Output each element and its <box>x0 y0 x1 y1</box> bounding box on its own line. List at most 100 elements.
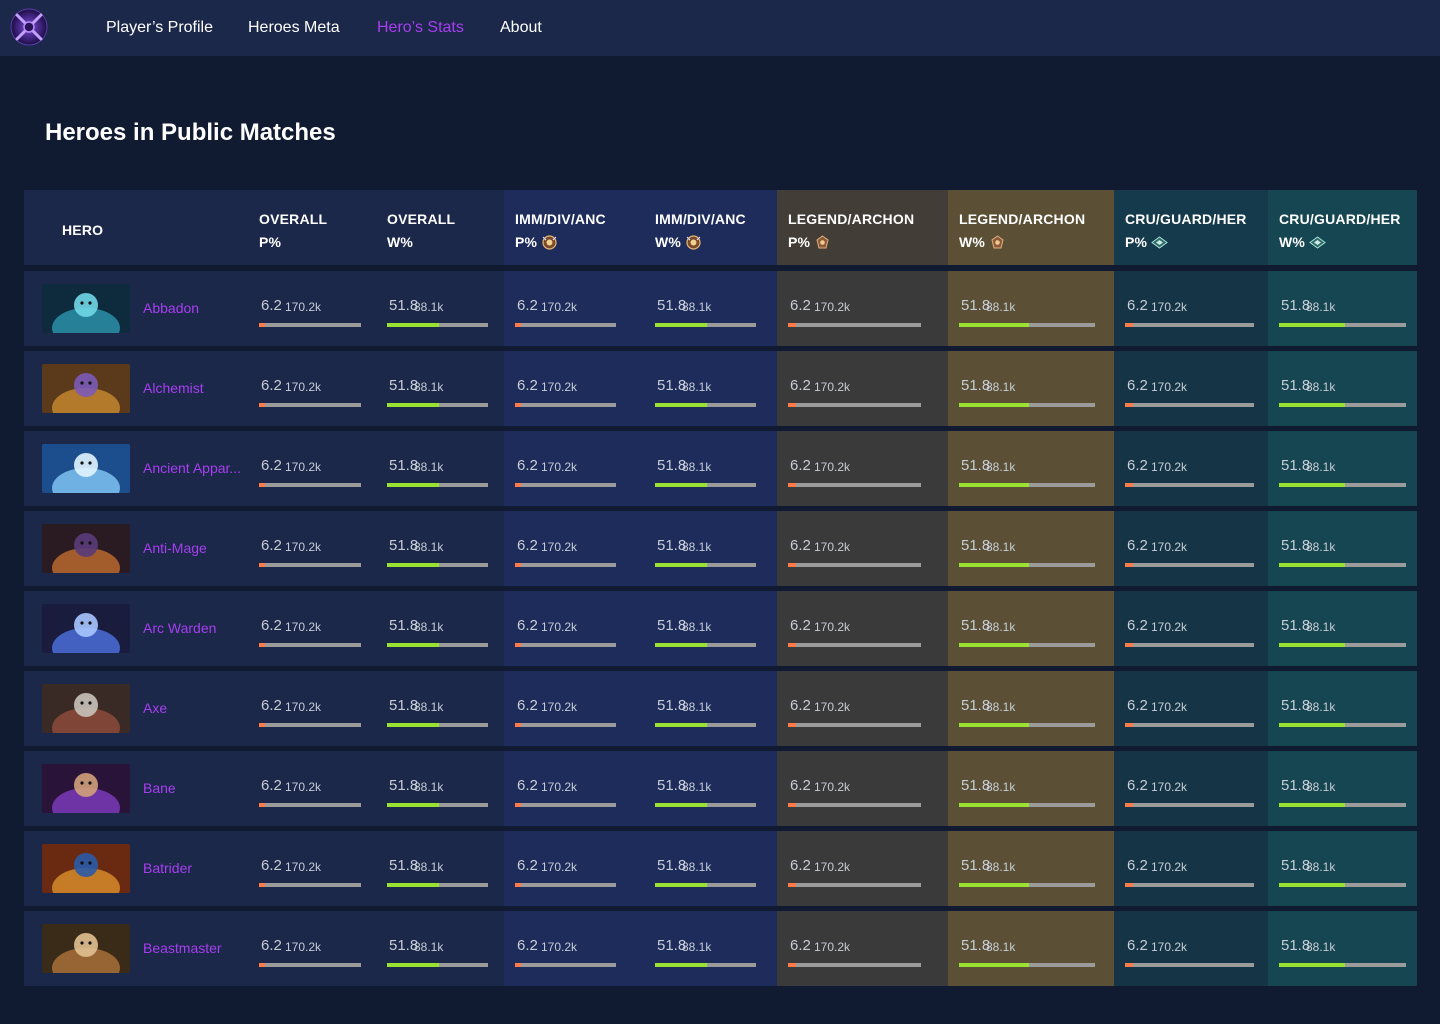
bar-fill <box>1125 803 1133 807</box>
hero-name-link[interactable]: Arc Warden <box>143 620 251 636</box>
bar-fill <box>959 963 1029 967</box>
column-header-label: CRU/GUARD/HER P% <box>1125 208 1247 254</box>
hero-name-link[interactable]: Axe <box>143 700 251 716</box>
table-row[interactable]: Ancient Appar... 6.2 170.2k 51.8 88.1k 6.2 170… <box>24 431 1417 506</box>
hero-cell[interactable]: Arc Warden <box>24 591 248 666</box>
pick-rate-cell: 6.2 170.2k <box>777 431 948 506</box>
stat-count: 88.1k <box>986 380 1016 394</box>
nav-players-profile[interactable]: Player’s Profile <box>106 19 213 37</box>
bar-fill <box>1125 723 1133 727</box>
hero-cell[interactable]: Axe <box>24 671 248 746</box>
column-header-7[interactable]: CRU/GUARD/HER P% <box>1114 190 1268 265</box>
hero-cell[interactable]: Anti-Mage <box>24 511 248 586</box>
stat-count: 170.2k <box>541 620 578 634</box>
column-header-label: IMM/DIV/ANC W% <box>655 208 746 254</box>
stat-count: 170.2k <box>285 380 322 394</box>
bar-fill <box>788 963 796 967</box>
hero-cell[interactable]: Ancient Appar... <box>24 431 248 506</box>
stat-value: 6.2 <box>261 617 282 634</box>
hero-name-link[interactable]: Alchemist <box>143 380 251 396</box>
nav-heroes-stats[interactable]: Hero’s Stats <box>377 19 464 37</box>
stat-count: 170.2k <box>541 460 578 474</box>
column-header-1[interactable]: OVERALL P% <box>248 190 376 265</box>
bar-fill <box>1125 323 1133 327</box>
bar-fill <box>1125 883 1133 887</box>
hero-portrait[interactable] <box>42 684 130 733</box>
hero-cell[interactable]: Beastmaster <box>24 911 248 986</box>
table-row[interactable]: Beastmaster 6.2 170.2k 51.8 88.1k 6.2 170.2k 51… <box>24 911 1417 986</box>
hero-cell[interactable]: Batrider <box>24 831 248 906</box>
stat-count: 88.1k <box>1306 300 1336 314</box>
table-row[interactable]: Axe 6.2 170.2k 51.8 88.1k 6.2 170.2k 51.8 88.1k 6… <box>24 671 1417 746</box>
column-header-6[interactable]: LEGEND/ARCHON W% <box>948 190 1114 265</box>
pick-rate-cell: 6.2 170.2k <box>248 911 376 986</box>
hero-name-link[interactable]: Ancient Appar... <box>143 460 251 476</box>
stat-count: 88.1k <box>986 620 1016 634</box>
bar-fill <box>655 803 707 807</box>
win-rate-bar <box>1279 563 1406 567</box>
bar-fill <box>655 403 707 407</box>
header-line-2: P% <box>259 234 282 250</box>
bar-fill <box>259 883 265 887</box>
column-header-5[interactable]: LEGEND/ARCHON P% <box>777 190 948 265</box>
hero-portrait[interactable] <box>42 284 130 333</box>
column-header-8[interactable]: CRU/GUARD/HER W% <box>1268 190 1417 265</box>
win-rate-cell: 51.8 88.1k <box>644 271 777 346</box>
column-header-label: OVERALL P% <box>259 208 327 254</box>
hero-name-link[interactable]: Beastmaster <box>143 940 251 956</box>
hero-portrait[interactable] <box>42 924 130 973</box>
column-header-3[interactable]: IMM/DIV/ANC P% <box>504 190 644 265</box>
table-row[interactable]: Anti-Mage 6.2 170.2k 51.8 88.1k 6.2 170.2k 51.8… <box>24 511 1417 586</box>
win-rate-bar <box>1279 723 1406 727</box>
bar-fill <box>515 883 521 887</box>
pick-rate-cell: 6.2 170.2k <box>504 831 644 906</box>
bar-fill <box>387 403 439 407</box>
pick-rate-cell: 6.2 170.2k <box>777 671 948 746</box>
stat-count: 88.1k <box>682 620 712 634</box>
nav-heroes-meta[interactable]: Heroes Meta <box>248 19 340 37</box>
hero-portrait[interactable] <box>42 364 130 413</box>
column-header-hero[interactable]: HERO <box>24 190 248 265</box>
pick-rate-bar <box>515 643 616 647</box>
pick-rate-bar <box>259 803 361 807</box>
hero-cell[interactable]: Alchemist <box>24 351 248 426</box>
table-row[interactable]: Bane 6.2 170.2k 51.8 88.1k 6.2 170.2k 51.8 88.1k… <box>24 751 1417 826</box>
hero-portrait[interactable] <box>42 764 130 813</box>
hero-name-link[interactable]: Batrider <box>143 860 251 876</box>
bar-fill <box>655 323 707 327</box>
pick-rate-bar <box>515 563 616 567</box>
dota-logo-icon[interactable] <box>10 8 48 46</box>
stat-count: 88.1k <box>414 940 444 954</box>
hero-portrait[interactable] <box>42 524 130 573</box>
hero-name-link[interactable]: Abbadon <box>143 300 251 316</box>
stat-value: 6.2 <box>790 377 811 394</box>
pick-rate-bar <box>1125 963 1254 967</box>
bar-fill <box>1279 803 1345 807</box>
column-header-label: OVERALL W% <box>387 208 455 254</box>
column-header-2[interactable]: OVERALL W% <box>376 190 504 265</box>
bar-fill <box>655 963 707 967</box>
column-header-4[interactable]: IMM/DIV/ANC W% <box>644 190 777 265</box>
hero-cell[interactable]: Bane <box>24 751 248 826</box>
bar-fill <box>959 563 1029 567</box>
win-rate-cell: 51.8 88.1k <box>644 831 777 906</box>
hero-name-link[interactable]: Anti-Mage <box>143 540 251 556</box>
stat-value: 6.2 <box>261 457 282 474</box>
table-row[interactable]: Alchemist 6.2 170.2k 51.8 88.1k 6.2 170.2k 51.8… <box>24 351 1417 426</box>
table-row[interactable]: Arc Warden 6.2 170.2k 51.8 88.1k 6.2 170.2k 51.… <box>24 591 1417 666</box>
hero-portrait[interactable] <box>42 844 130 893</box>
stat-count: 170.2k <box>814 860 851 874</box>
hero-portrait[interactable] <box>42 444 130 493</box>
table-row[interactable]: Batrider 6.2 170.2k 51.8 88.1k 6.2 170.2k 51.8 8… <box>24 831 1417 906</box>
pick-rate-bar <box>515 403 616 407</box>
pick-rate-bar <box>1125 563 1254 567</box>
hero-name-link[interactable]: Bane <box>143 780 251 796</box>
stat-count: 88.1k <box>1306 620 1336 634</box>
win-rate-cell: 51.8 88.1k <box>948 511 1114 586</box>
hero-portrait[interactable] <box>42 604 130 653</box>
nav-about[interactable]: About <box>500 19 542 37</box>
table-row[interactable]: Abbadon 6.2 170.2k 51.8 88.1k 6.2 170.2k 51.8 88… <box>24 271 1417 346</box>
hero-cell[interactable]: Abbadon <box>24 271 248 346</box>
stat-count: 88.1k <box>1306 860 1336 874</box>
pick-rate-cell: 6.2 170.2k <box>1114 751 1268 826</box>
